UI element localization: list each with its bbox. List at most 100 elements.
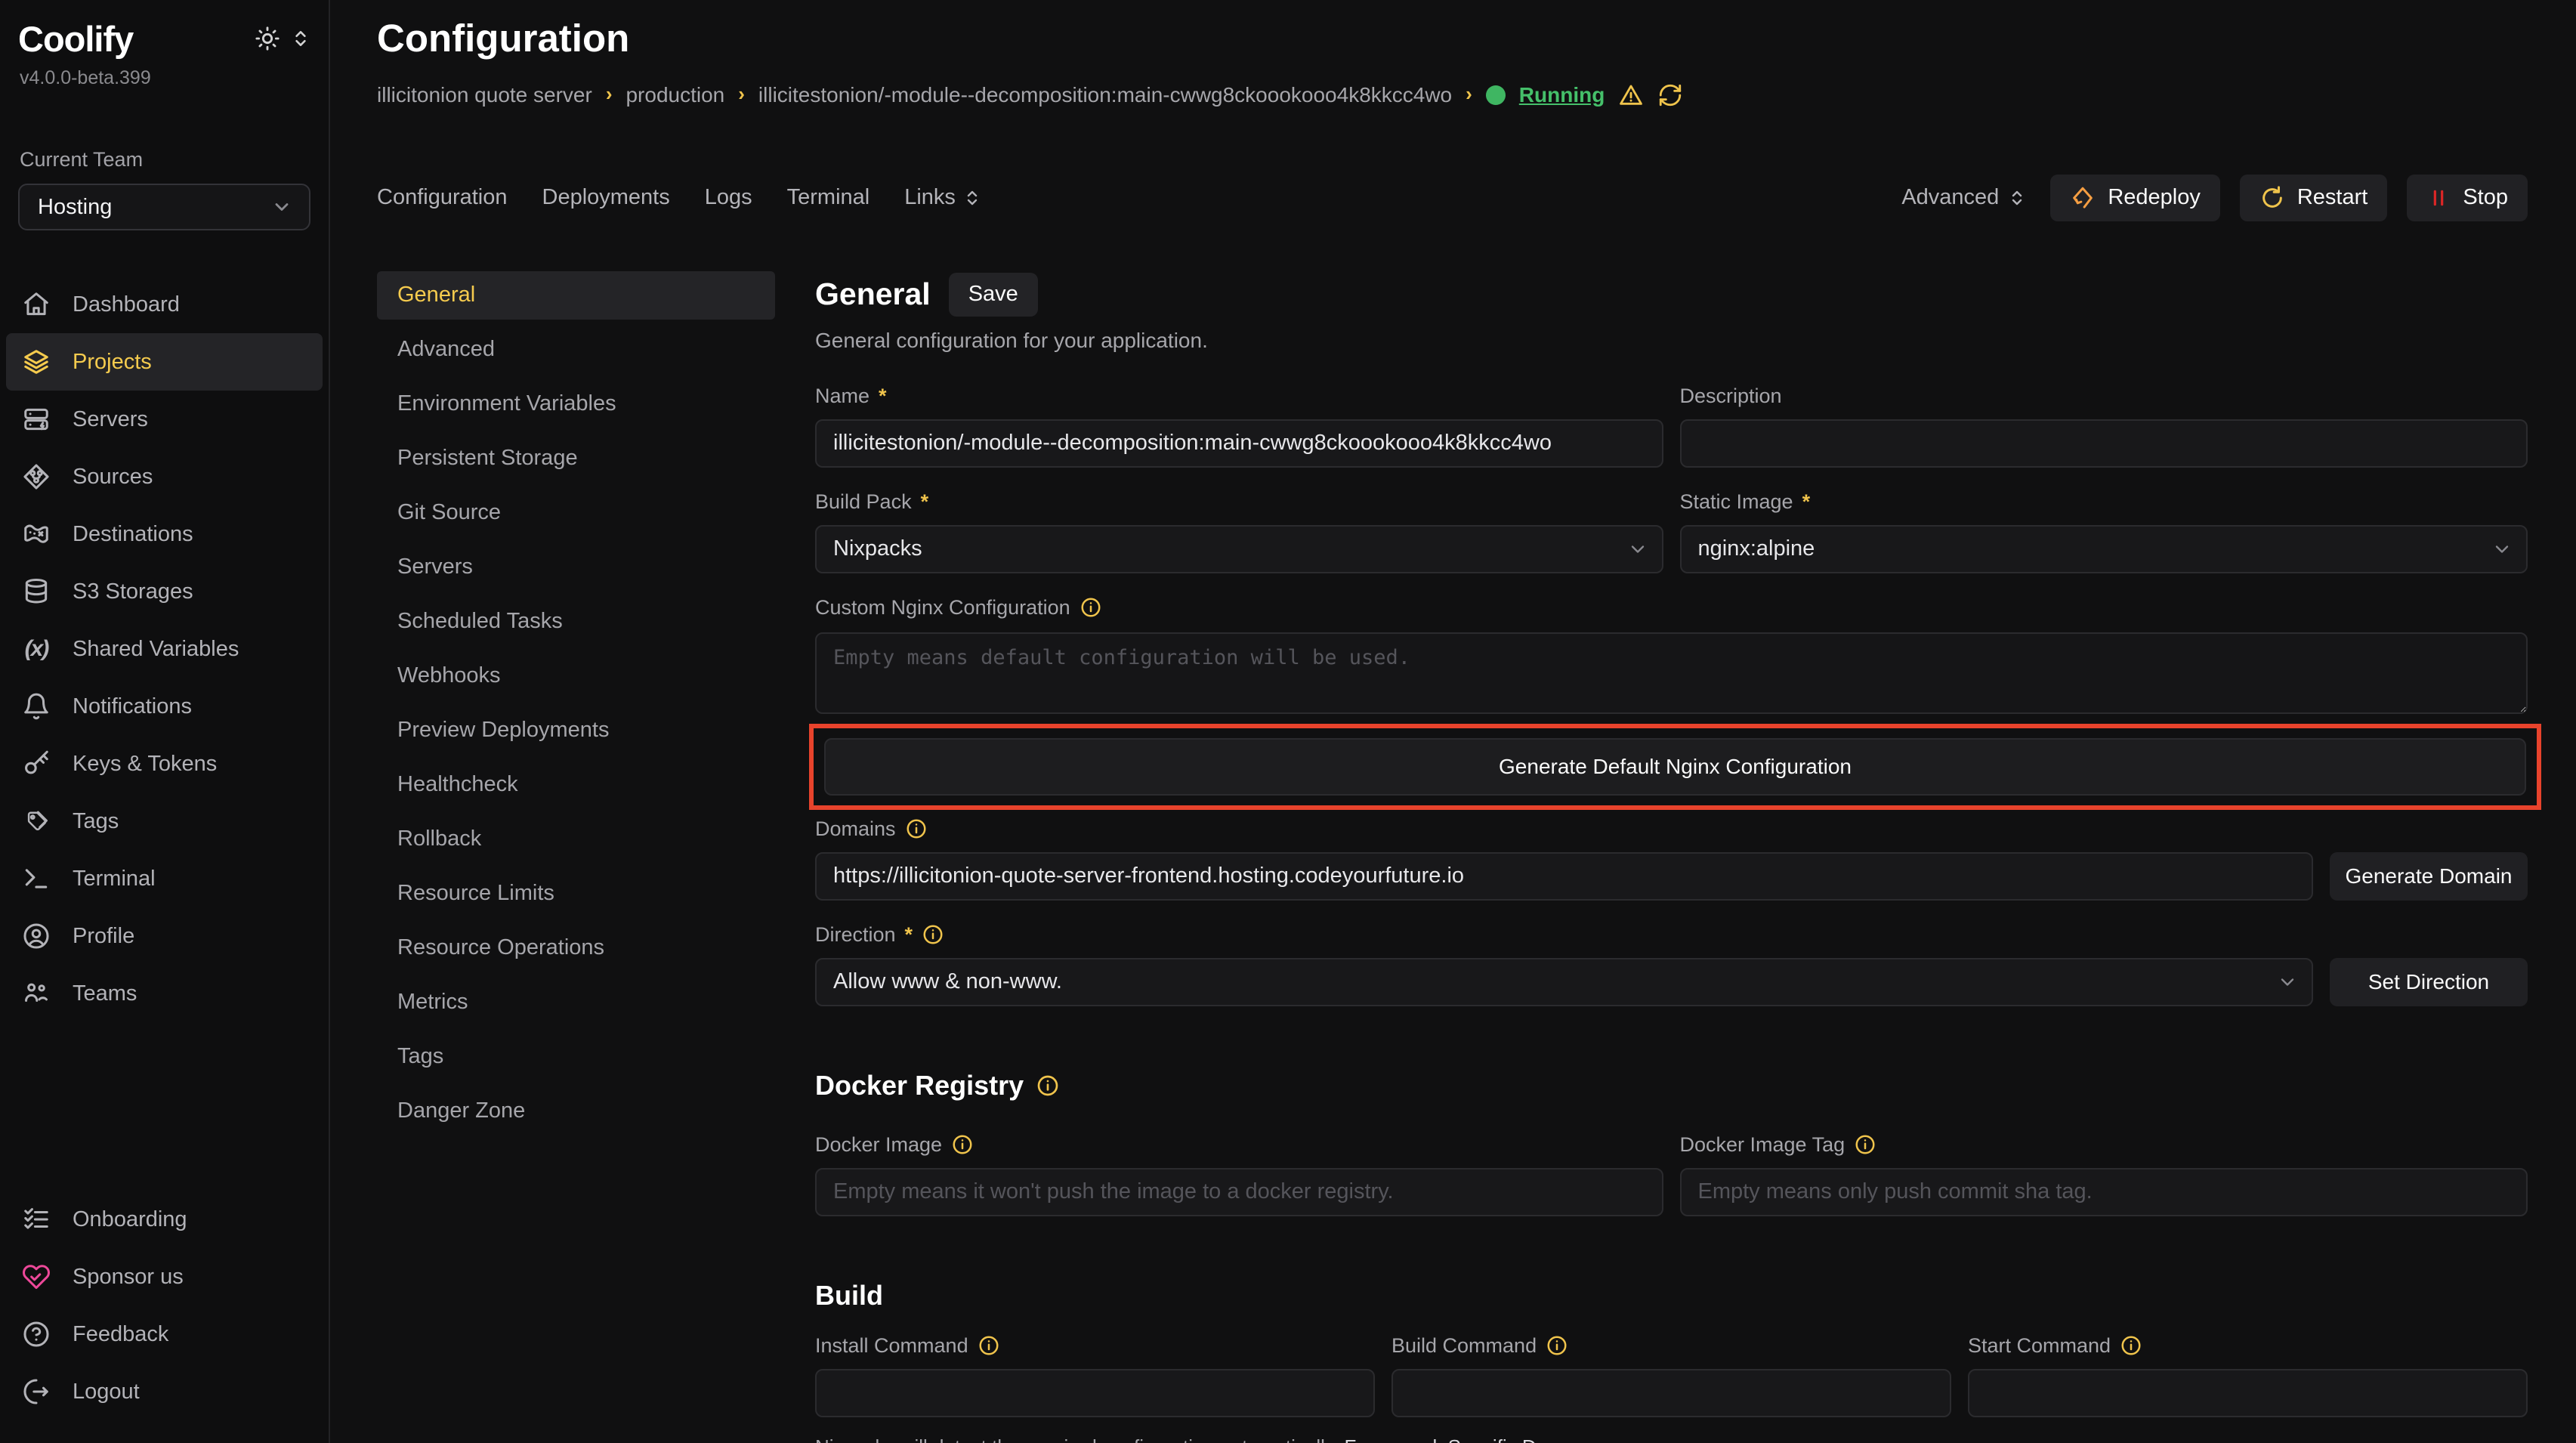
framework-docs-link[interactable]: Framework Specific Docs <box>1344 1435 1567 1443</box>
coolify-app: Coolify v4.0.0-beta.399 Current Team Hos… <box>0 0 2576 1443</box>
redeploy-icon <box>2070 185 2096 211</box>
subnav-healthcheck[interactable]: Healthcheck <box>377 761 775 809</box>
subnav-metrics[interactable]: Metrics <box>377 978 775 1027</box>
subnav-scheduled-tasks[interactable]: Scheduled Tasks <box>377 598 775 646</box>
build-pack-label: Build Pack <box>815 490 912 514</box>
tab-bar: Configuration Deployments Logs Terminal … <box>377 175 2528 221</box>
team-select[interactable]: Hosting <box>18 184 310 230</box>
sidebar-item-feedback[interactable]: Feedback <box>6 1305 323 1363</box>
sidebar-item-dashboard[interactable]: Dashboard <box>6 276 323 333</box>
logout-icon <box>21 1377 51 1407</box>
sidebar-item-tags[interactable]: Tags <box>6 793 323 850</box>
start-command-label: Start Command <box>1968 1334 2111 1358</box>
info-icon[interactable] <box>2120 1334 2142 1357</box>
info-icon[interactable] <box>922 923 944 946</box>
sidebar-item-logout[interactable]: Logout <box>6 1363 323 1420</box>
home-icon <box>21 289 51 320</box>
app-version: v4.0.0-beta.399 <box>0 57 329 89</box>
info-icon[interactable] <box>1080 596 1102 619</box>
build-pack-select[interactable]: Nixpacks <box>815 525 1663 573</box>
install-command-input[interactable] <box>815 1369 1375 1417</box>
subnav-resource-limits[interactable]: Resource Limits <box>377 870 775 918</box>
subnav-webhooks[interactable]: Webhooks <box>377 652 775 700</box>
subnav-servers[interactable]: Servers <box>377 543 775 592</box>
sidebar-item-label: Destinations <box>73 522 193 547</box>
sidebar-footer: Onboarding Sponsor us Feedback Logout <box>0 1191 329 1420</box>
sidebar-item-s3-storages[interactable]: S3 Storages <box>6 563 323 620</box>
start-command-input[interactable] <box>1968 1369 2528 1417</box>
redeploy-button[interactable]: Redeploy <box>2050 175 2220 221</box>
description-label: Description <box>1680 385 1782 408</box>
info-icon[interactable] <box>1036 1074 1060 1098</box>
sidebar-item-notifications[interactable]: Notifications <box>6 678 323 735</box>
domains-input[interactable] <box>815 852 2313 901</box>
redeploy-label: Redeploy <box>2108 185 2201 210</box>
theme-toggle-button[interactable] <box>255 26 280 54</box>
subnav-tags[interactable]: Tags <box>377 1033 775 1081</box>
info-icon[interactable] <box>905 817 928 840</box>
team-select-value: Hosting <box>38 195 112 220</box>
build-command-input[interactable] <box>1391 1369 1951 1417</box>
docker-image-tag-input[interactable] <box>1680 1168 2528 1216</box>
stop-label: Stop <box>2463 185 2508 210</box>
sidebar-item-shared-variables[interactable]: (x) Shared Variables <box>6 620 323 678</box>
breadcrumb-application[interactable]: illicitestonion/-module--decomposition:m… <box>758 83 1452 107</box>
info-icon[interactable] <box>978 1334 1000 1357</box>
tab-configuration[interactable]: Configuration <box>377 185 508 210</box>
sidebar-item-teams[interactable]: Teams <box>6 965 323 1022</box>
subnav-persistent-storage[interactable]: Persistent Storage <box>377 434 775 483</box>
sidebar-item-terminal[interactable]: Terminal <box>6 850 323 907</box>
sidebar-item-onboarding[interactable]: Onboarding <box>6 1191 323 1248</box>
sidebar-item-label: Keys & Tokens <box>73 752 217 777</box>
docker-image-tag-label: Docker Image Tag <box>1680 1133 1846 1157</box>
static-image-select[interactable]: nginx:alpine <box>1680 525 2528 573</box>
tab-logs[interactable]: Logs <box>705 185 752 210</box>
tab-deployments[interactable]: Deployments <box>542 185 670 210</box>
sidebar: Coolify v4.0.0-beta.399 Current Team Hos… <box>0 0 330 1443</box>
stop-button[interactable]: Stop <box>2407 175 2528 221</box>
sidebar-item-projects[interactable]: Projects <box>6 333 323 391</box>
sidebar-item-profile[interactable]: Profile <box>6 907 323 965</box>
sidebar-item-keys-tokens[interactable]: Keys & Tokens <box>6 735 323 793</box>
sidebar-item-sponsor[interactable]: Sponsor us <box>6 1248 323 1305</box>
terminal-icon <box>21 864 51 894</box>
build-pack-value: Nixpacks <box>833 536 922 561</box>
advanced-dropdown[interactable]: Advanced <box>1897 184 2031 211</box>
subnav-danger-zone[interactable]: Danger Zone <box>377 1087 775 1136</box>
subnav-preview-deployments[interactable]: Preview Deployments <box>377 706 775 755</box>
subnav-environment-variables[interactable]: Environment Variables <box>377 380 775 428</box>
info-icon[interactable] <box>1854 1133 1876 1156</box>
sidebar-item-servers[interactable]: Servers <box>6 391 323 448</box>
generate-nginx-button[interactable]: Generate Default Nginx Configuration <box>824 738 2526 796</box>
restart-button[interactable]: Restart <box>2240 175 2387 221</box>
subnav-git-source[interactable]: Git Source <box>377 489 775 537</box>
chevron-down-icon <box>271 196 292 218</box>
theme-select-chevrons[interactable] <box>291 29 310 51</box>
up-down-chevron-icon <box>963 189 981 207</box>
refresh-icon[interactable] <box>1657 82 1683 108</box>
breadcrumb-environment[interactable]: production <box>625 83 724 107</box>
info-icon[interactable] <box>1546 1334 1568 1357</box>
docker-image-input[interactable] <box>815 1168 1663 1216</box>
build-section: Build Install Command Build Command <box>815 1280 2528 1443</box>
map-icon <box>21 519 51 549</box>
save-button[interactable]: Save <box>949 273 1038 317</box>
tab-terminal[interactable]: Terminal <box>787 185 870 210</box>
nginx-config-textarea[interactable] <box>815 632 2528 714</box>
tab-links[interactable]: Links <box>904 185 981 210</box>
name-input[interactable] <box>815 419 1663 468</box>
subnav-general[interactable]: General <box>377 271 775 320</box>
sidebar-item-destinations[interactable]: Destinations <box>6 505 323 563</box>
direction-value: Allow www & non-www. <box>833 969 1062 994</box>
generate-domain-button[interactable]: Generate Domain <box>2330 852 2528 901</box>
sidebar-item-sources[interactable]: Sources <box>6 448 323 505</box>
set-direction-button[interactable]: Set Direction <box>2330 958 2528 1006</box>
info-icon[interactable] <box>951 1133 974 1156</box>
description-input[interactable] <box>1680 419 2528 468</box>
breadcrumb-project[interactable]: illicitonion quote server <box>377 83 592 107</box>
direction-select[interactable]: Allow www & non-www. <box>815 958 2313 1006</box>
subnav-advanced[interactable]: Advanced <box>377 326 775 374</box>
subnav-rollback[interactable]: Rollback <box>377 815 775 864</box>
subnav-resource-operations[interactable]: Resource Operations <box>377 924 775 972</box>
chevron-down-icon <box>1627 539 1648 560</box>
